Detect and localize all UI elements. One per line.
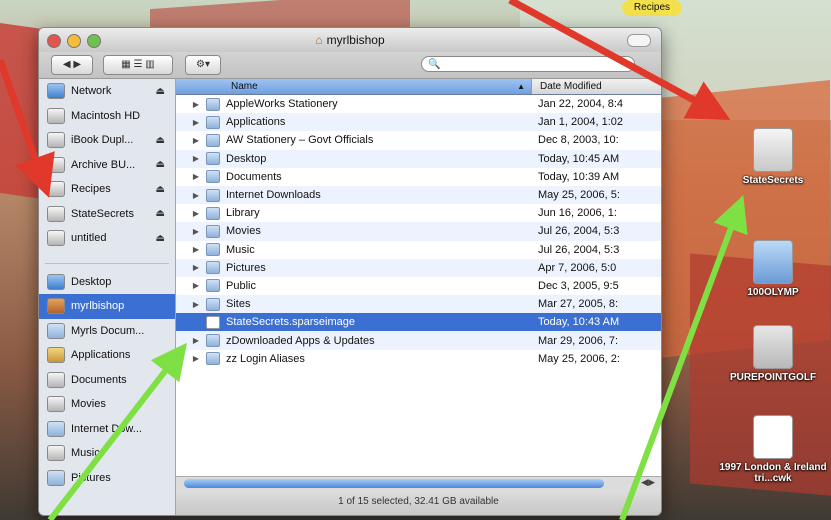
annotation-arrows	[0, 0, 748, 520]
green-arrow	[47, 342, 188, 520]
red-arrow	[508, 0, 731, 121]
green-arrow	[619, 195, 748, 520]
red-arrow	[0, 58, 55, 198]
